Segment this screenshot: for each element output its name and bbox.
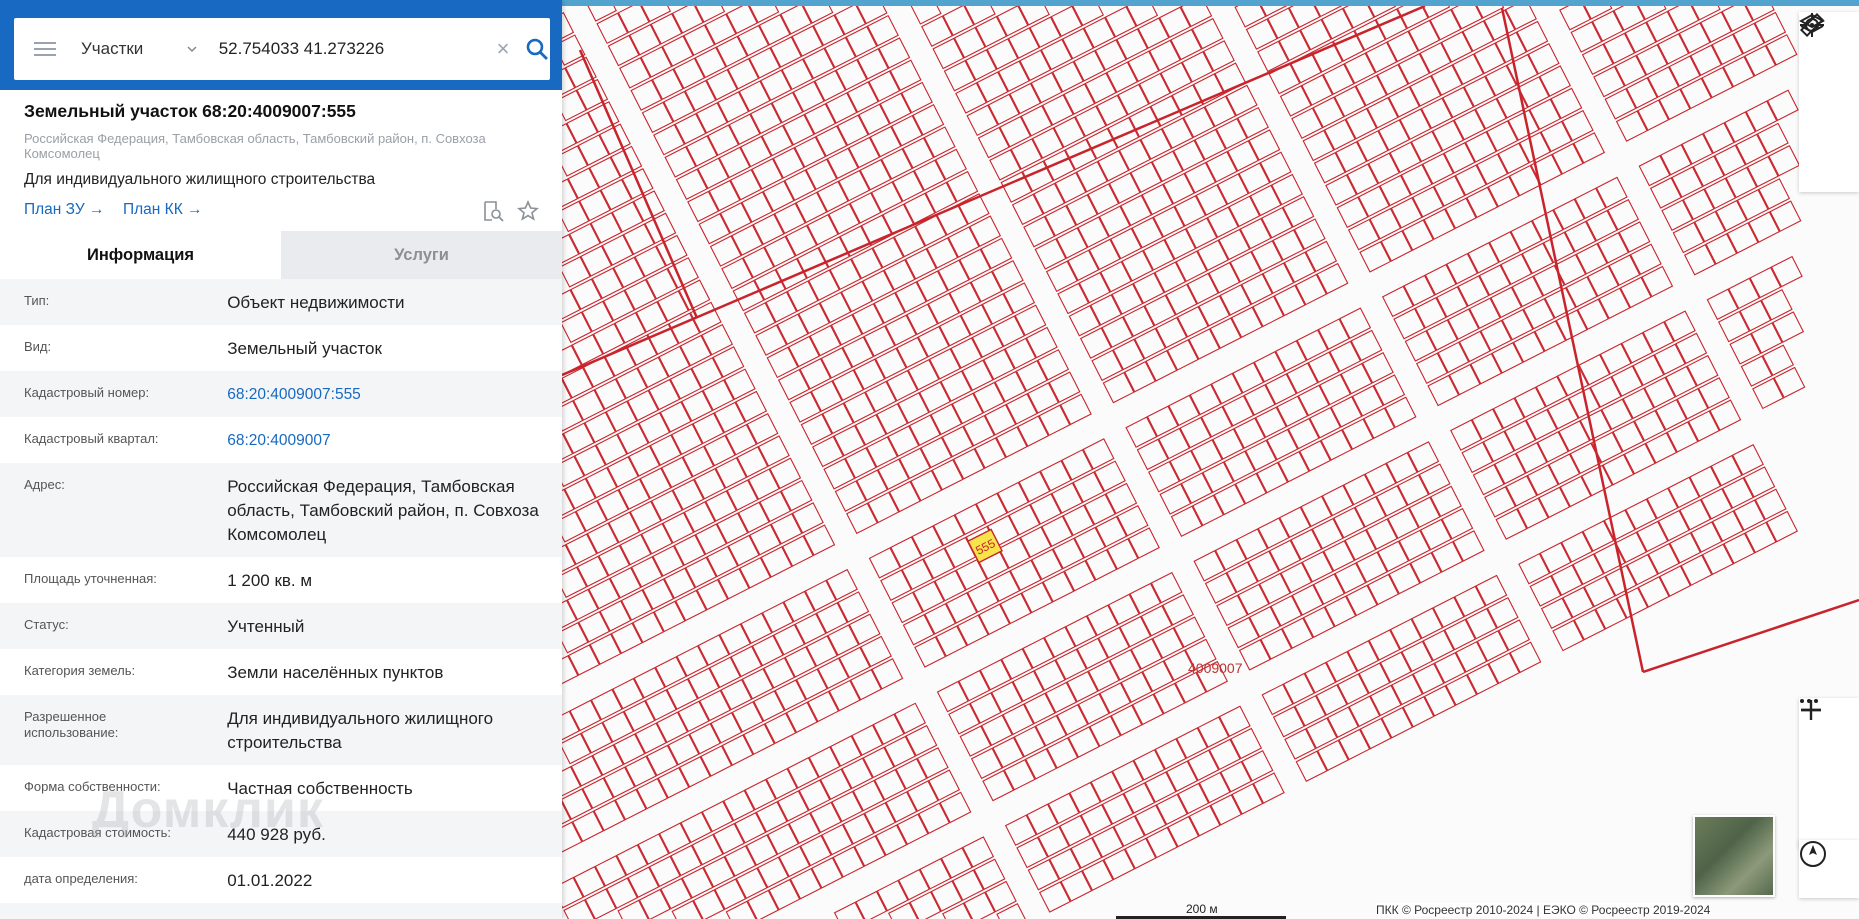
compass-panel <box>1799 840 1859 898</box>
info-label: Площадь уточненная: <box>24 571 157 586</box>
info-row-approval-date: дата утверждения:- <box>0 903 562 919</box>
info-value: Российская Федерация, Тамбовская область… <box>227 477 539 544</box>
info-label: Тип: <box>24 293 50 308</box>
search-bar: Участки × <box>14 18 550 80</box>
info-row-permitted-use: Разрешенное использование: Для индивидуал… <box>0 695 562 765</box>
search-header: Участки × <box>0 0 562 90</box>
panel-tabs: Информация Услуги <box>0 231 562 279</box>
info-value: Объект недвижимости <box>227 293 405 312</box>
info-value: - <box>203 903 562 919</box>
info-label: Статус: <box>24 617 69 632</box>
info-row-address: Адрес: Российская Федерация, Тамбовская о… <box>0 463 562 557</box>
cadastral-quarter-link[interactable]: 68:20:4009007 <box>203 417 562 463</box>
info-value: Учтенный <box>227 617 305 636</box>
info-value: Земельный участок <box>227 339 382 358</box>
compass-icon <box>1800 841 1826 867</box>
plot-title: Земельный участок 68:20:4009007:555 <box>24 101 356 121</box>
minus-icon <box>1801 708 1821 712</box>
plan-kk-link[interactable]: План КК → <box>123 201 203 219</box>
tab-services[interactable]: Услуги <box>281 231 562 279</box>
parcel[interactable] <box>855 890 888 919</box>
info-value: 01.01.2022 <box>227 871 313 890</box>
info-label: дата определения: <box>24 871 138 886</box>
satellite-layer-thumbnail[interactable] <box>1693 815 1775 897</box>
plan-kk-label: План КК <box>123 201 183 218</box>
zoom-panel <box>1799 698 1859 848</box>
info-panel: Участки × Земельный участок 68:20:400900… <box>0 0 562 919</box>
menu-icon[interactable] <box>34 42 56 56</box>
quarter-boundary <box>1642 598 1859 674</box>
tab-info[interactable]: Информация <box>0 231 281 279</box>
info-row-determination-date: дата определения: 01.01.2022 <box>0 857 562 903</box>
map-scale: 200 м <box>1116 902 1286 919</box>
search-input[interactable] <box>216 38 481 60</box>
star-icon[interactable] <box>517 200 539 222</box>
more-button[interactable] <box>1799 699 1859 790</box>
parcel-grid <box>539 0 1859 919</box>
info-row-cadastral-quarter: Кадастровый квартал: 68:20:4009007 <box>0 417 562 463</box>
plot-address: Российская Федерация, Тамбовская область… <box>24 131 486 161</box>
info-label: Разрешенное использование: <box>24 709 119 740</box>
info-label: Кадастровый номер: <box>24 385 150 400</box>
parcel[interactable] <box>996 903 1029 919</box>
info-row-land-category: Категория земель: Земли населённых пункто… <box>0 649 562 695</box>
info-label: Вид: <box>24 339 52 354</box>
domclick-watermark: Домклик <box>92 781 324 839</box>
cadastral-number-link[interactable]: 68:20:4009007:555 <box>203 371 562 417</box>
search-type-select[interactable]: Участки <box>81 39 179 59</box>
cadastral-quarter-label: 4009007 <box>1188 660 1243 676</box>
parcel[interactable] <box>909 891 942 919</box>
info-label: дата утверждения: <box>0 903 203 919</box>
ruler-button[interactable] <box>1799 12 1859 132</box>
info-label: Категория земель: <box>24 663 136 678</box>
info-label: Кадастровый квартал: <box>24 431 159 446</box>
info-value: 1 200 кв. м <box>227 571 313 590</box>
search-document-icon[interactable] <box>482 200 504 222</box>
compass-button[interactable] <box>1799 840 1859 898</box>
info-row-area: Площадь уточненная: 1 200 кв. м <box>0 557 562 603</box>
locate-button[interactable] <box>1799 13 1859 192</box>
clear-icon[interactable]: × <box>492 36 514 62</box>
plan-zu-label: План ЗУ <box>24 201 85 218</box>
chevron-down-icon[interactable] <box>187 44 197 54</box>
info-row-cadastral-number: Кадастровый номер: 68:20:4009007:555 <box>0 371 562 417</box>
plot-permitted-use: Для индивидуального жилищного строительс… <box>24 171 376 188</box>
info-row-status: Статус: Учтенный <box>0 603 562 649</box>
info-value: Для индивидуального жилищного строительс… <box>227 709 494 752</box>
parcel[interactable] <box>1770 255 1803 288</box>
info-row-type: Тип: Объект недвижимости <box>0 279 562 325</box>
crosshair-icon <box>1800 13 1824 37</box>
search-icon[interactable] <box>524 36 550 62</box>
plan-zu-link[interactable]: План ЗУ → <box>24 201 105 219</box>
scale-label: 200 м <box>1186 902 1218 916</box>
parcel[interactable] <box>1766 89 1799 122</box>
map-tools-panel <box>1799 12 1859 192</box>
map-copyright: ПКК © Росреестр 2010-2024 | ЕЭКО © Росре… <box>1376 903 1711 917</box>
info-row-kind: Вид: Земельный участок <box>0 325 562 371</box>
info-label: Адрес: <box>24 477 65 492</box>
info-value: Земли населённых пунктов <box>227 663 444 682</box>
